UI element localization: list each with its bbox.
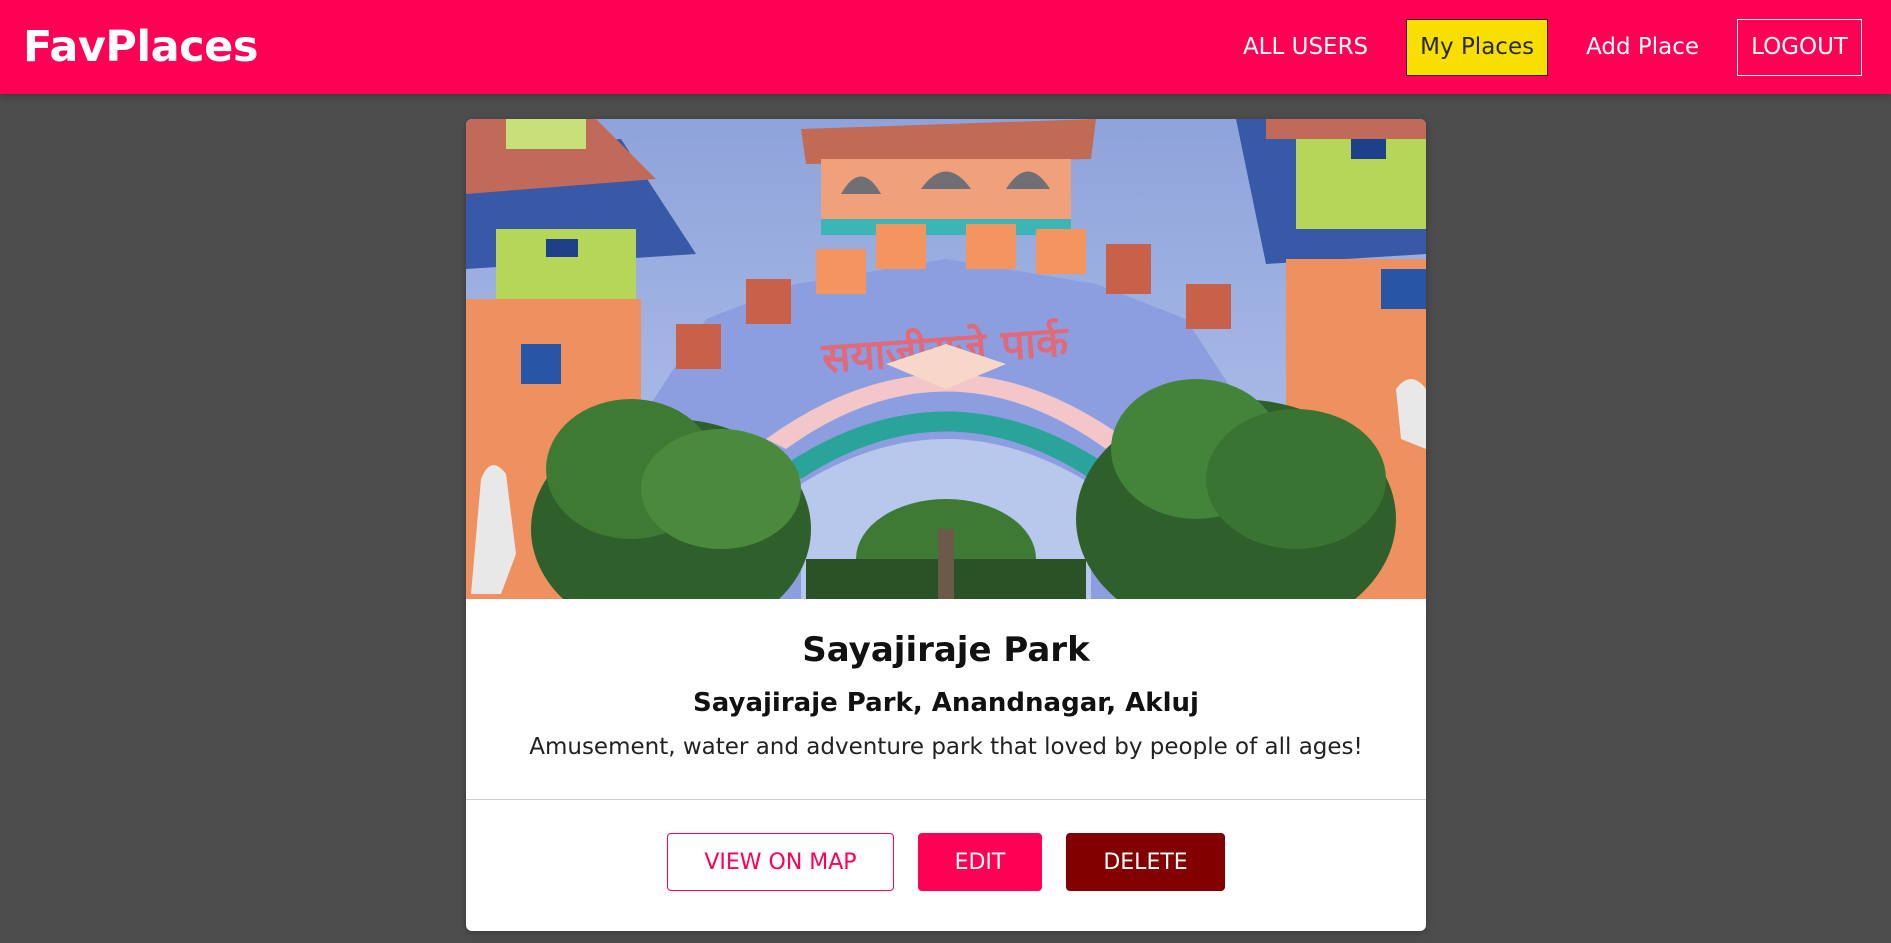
- nav-my-places[interactable]: My Places: [1406, 18, 1549, 76]
- logout-button[interactable]: LOGOUT: [1737, 18, 1862, 76]
- delete-button[interactable]: DELETE: [1066, 833, 1225, 891]
- main-navigation: ALL USERS My Places Add Place LOGOUT: [1218, 0, 1862, 94]
- place-info: Sayajiraje Park Sayajiraje Park, Anandna…: [466, 599, 1426, 800]
- nav-add-place[interactable]: Add Place: [1572, 19, 1713, 76]
- edit-button[interactable]: EDIT: [917, 833, 1043, 891]
- main-header: FavPlaces ALL USERS My Places Add Place …: [0, 0, 1891, 94]
- place-card: सयाजीराजे पार्क Sayajiraje Park Sayajira…: [466, 119, 1426, 931]
- app-logo[interactable]: FavPlaces: [23, 22, 258, 72]
- place-address: Sayajiraje Park, Anandnagar, Akluj: [693, 688, 1199, 718]
- nav-all-users[interactable]: ALL USERS: [1229, 19, 1382, 76]
- place-image: सयाजीराजे पार्क: [466, 119, 1426, 599]
- view-on-map-button[interactable]: VIEW ON MAP: [667, 833, 894, 891]
- place-title: Sayajiraje Park: [802, 630, 1090, 670]
- place-actions: VIEW ON MAP EDIT DELETE: [466, 800, 1426, 930]
- place-description: Amusement, water and adventure park that…: [529, 734, 1363, 760]
